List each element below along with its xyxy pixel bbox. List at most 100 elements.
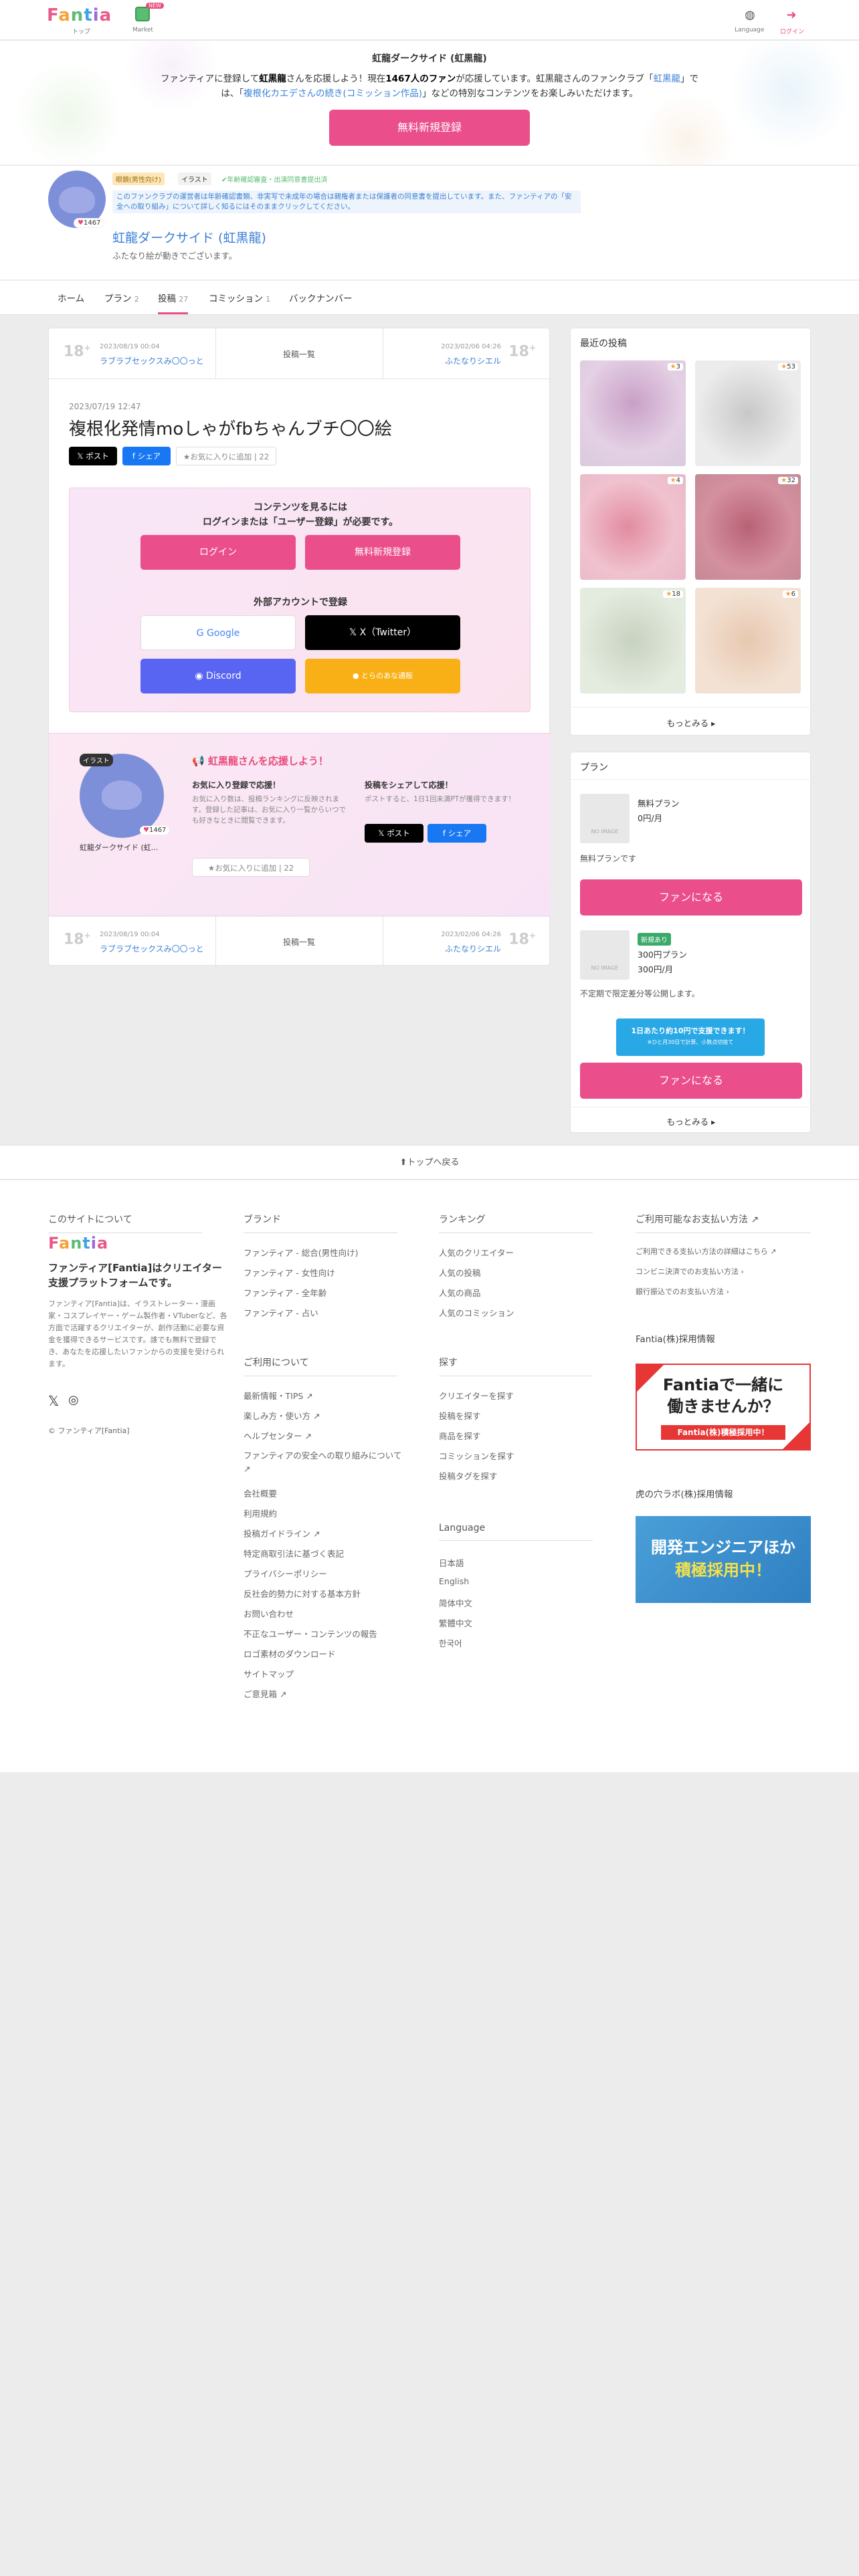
safety-notice[interactable]: このファンクラブの運営者は年齢確認書類、非実写で未成年の場合は親権者または保護者… xyxy=(112,191,581,213)
footer-link[interactable]: 人気の投稿 xyxy=(439,1266,481,1279)
club-link[interactable]: 虹黒龍 xyxy=(654,74,681,84)
next-post[interactable]: 2023/02/06 04:26 ふたなりシエル 18+ xyxy=(383,916,551,967)
creator-name[interactable]: 虹龍ダークサイド (虹黒龍) xyxy=(112,228,266,246)
footer-link[interactable]: 商品を探す xyxy=(439,1429,481,1442)
support-share-facebook-button[interactable]: f シェア xyxy=(427,824,486,843)
recent-post-thumb[interactable]: ★53 xyxy=(695,360,801,466)
recent-post-thumb[interactable]: ★18 xyxy=(580,588,686,693)
footer-link[interactable]: ファンティア - 占い xyxy=(244,1306,318,1319)
support-share-x-button[interactable]: 𝕏 ポスト xyxy=(365,824,423,843)
footer-link[interactable]: 利用規約 xyxy=(244,1507,277,1519)
prev-post[interactable]: 18+ 2023/08/19 00:04 ラブラブセックスみ〇〇っと xyxy=(49,328,216,379)
footer-link[interactable]: ご利用できる支払い方法の詳細はこちら ↗ xyxy=(636,1246,777,1257)
post-list-link[interactable]: 投稿一覧 xyxy=(216,916,383,967)
tora-login-button[interactable]: ● とらのあな通販 xyxy=(305,659,460,693)
arrow-up-icon: ⬆ xyxy=(399,1158,407,1168)
tab-plan[interactable]: プラン 2 xyxy=(104,291,139,304)
footer-link[interactable]: クリエイターを探す xyxy=(439,1389,514,1402)
next-post-title[interactable]: ふたなりシエル xyxy=(445,943,501,954)
r18-thumb-icon: 18+ xyxy=(508,343,536,360)
footer-link[interactable]: 人気のクリエイター xyxy=(439,1246,514,1259)
language-option[interactable]: English xyxy=(439,1576,469,1586)
footer-link[interactable]: コンビニ決済でのお支払い方法 › xyxy=(636,1266,744,1277)
tab-posts[interactable]: 投稿 27 xyxy=(158,291,189,314)
creator-profile: ♥1467 眼鏡(男性向け) イラスト ✔年齢確認審査・出演同意書提出済 このフ… xyxy=(0,166,859,280)
footer-link[interactable]: ファンティアの安全への取り組みについて ↗ xyxy=(244,1449,411,1476)
footer-link[interactable]: ファンティア - 総合(男性向け) xyxy=(244,1246,358,1259)
twitter-login-button[interactable]: 𝕏 X（Twitter） xyxy=(305,615,460,650)
tab-home[interactable]: ホーム xyxy=(58,291,84,304)
next-post-title[interactable]: ふたなりシエル xyxy=(445,355,501,366)
prev-post-title[interactable]: ラブラブセックスみ〇〇っと xyxy=(100,355,204,366)
promo-box: 1日あたり約10円で支援できます！ ※ひと月30日で計算、小数点切捨て xyxy=(616,1018,765,1056)
tab-backnumber[interactable]: バックナンバー xyxy=(289,291,353,304)
market-icon[interactable] xyxy=(135,7,150,21)
google-icon: G xyxy=(196,628,204,639)
language-option[interactable]: 한국어 xyxy=(439,1636,462,1649)
recent-post-thumb[interactable]: ★4 xyxy=(580,474,686,580)
footer-link[interactable]: 反社会的勢力に対する基本方針 xyxy=(244,1587,361,1600)
plans-panel: プラン NO IMAGE 無料プラン 0円/月 無料プランです ファンになる N… xyxy=(570,752,812,1133)
footer-link[interactable]: ファンティア - 全年齢 xyxy=(244,1286,326,1299)
tab-commission[interactable]: コミッション 1 xyxy=(209,291,270,304)
globe-icon[interactable]: ◍ xyxy=(743,8,757,23)
footer-link[interactable]: 不正なユーザー・コンテンツの報告 xyxy=(244,1627,377,1640)
footer-link[interactable]: 最新情報・TIPS ↗ xyxy=(244,1389,313,1402)
recent-post-thumb[interactable]: ★32 xyxy=(695,474,801,580)
language-option[interactable]: 简体中文 xyxy=(439,1596,472,1609)
prev-post[interactable]: 18+ 2023/08/19 00:04 ラブラブセックスみ〇〇っと xyxy=(49,916,216,967)
plans-more-link[interactable]: もっとみる ▸ xyxy=(571,1115,812,1128)
language-option[interactable]: 繁體中文 xyxy=(439,1616,472,1629)
login-icon[interactable]: ➜ xyxy=(784,8,799,23)
footer-link[interactable]: サイトマップ xyxy=(244,1667,294,1680)
footer-link[interactable]: プライバシーポリシー xyxy=(244,1567,327,1580)
footer-link[interactable]: 楽しみ方・使い方 ↗ xyxy=(244,1409,320,1422)
prev-post-title[interactable]: ラブラブセックスみ〇〇っと xyxy=(100,943,204,954)
back-to-top-button[interactable]: ⬆トップへ戻る xyxy=(0,1145,859,1180)
share-x-button[interactable]: 𝕏 ポスト xyxy=(69,447,117,465)
join-free-plan-button[interactable]: ファンになる xyxy=(580,879,802,916)
footer-link[interactable]: 人気のコミッション xyxy=(439,1306,514,1319)
register-button[interactable]: 無料新規登録 xyxy=(329,110,530,146)
join-paid-plan-button[interactable]: ファンになる xyxy=(580,1063,802,1099)
support-name[interactable]: 虹龍ダークサイド (虹... xyxy=(80,842,173,853)
footer-link[interactable]: 投稿ガイドライン ↗ xyxy=(244,1527,320,1539)
footer-link[interactable]: ファンティア - 女性向け xyxy=(244,1266,335,1279)
recent-post-thumb[interactable]: ★3 xyxy=(580,360,686,466)
footer-link[interactable]: 人気の商品 xyxy=(439,1286,481,1299)
recruit2-banner[interactable]: 開発エンジニアほか 積極採用中！ xyxy=(636,1516,811,1603)
support-favorite-button[interactable]: ★お気に入りに追加 | 22 xyxy=(192,858,310,877)
footer-link[interactable]: 投稿を探す xyxy=(439,1409,481,1422)
language-label[interactable]: Language xyxy=(735,27,764,33)
fantia-logo[interactable]: Fantia xyxy=(47,5,112,25)
tag-illust[interactable]: イラスト xyxy=(178,173,211,185)
post-list-link[interactable]: 投稿一覧 xyxy=(216,328,383,379)
footer-link[interactable]: 特定商取引法に基づく表記 xyxy=(244,1547,344,1560)
recent-more-link[interactable]: もっとみる ▸ xyxy=(571,716,812,729)
google-login-button[interactable]: G Google xyxy=(140,615,296,650)
language-option[interactable]: 日本語 xyxy=(439,1556,464,1569)
market-label[interactable]: Market xyxy=(132,27,153,33)
login-label[interactable]: ログイン xyxy=(780,27,804,35)
tag-adult[interactable]: 眼鏡(男性向け) xyxy=(112,173,165,185)
discord-login-button[interactable]: ◉ Discord xyxy=(140,659,296,693)
footer-link[interactable]: 投稿タグを探す xyxy=(439,1469,498,1482)
footer-link[interactable]: 銀行振込でのお支払い方法 › xyxy=(636,1286,729,1297)
footer-link[interactable]: 会社概要 xyxy=(244,1487,277,1499)
x-icon[interactable]: 𝕏 xyxy=(48,1393,59,1409)
footer-link[interactable]: お問い合わせ xyxy=(244,1607,294,1620)
login-button[interactable]: ログイン xyxy=(140,535,296,570)
footer-link[interactable]: ヘルプセンター ↗ xyxy=(244,1429,312,1442)
instagram-icon[interactable]: ◎ xyxy=(68,1393,79,1407)
recent-post-thumb[interactable]: ★6 xyxy=(695,588,801,693)
recruit1-banner[interactable]: Fantiaで一緒に 働きませんか？ Fantia(株)積極採用中！ xyxy=(636,1364,811,1451)
footer-link[interactable]: コミッションを探す xyxy=(439,1449,514,1462)
register-button[interactable]: 無料新規登録 xyxy=(305,535,460,570)
next-post[interactable]: 2023/02/06 04:26 ふたなりシエル 18+ xyxy=(383,328,551,379)
featured-post-link[interactable]: 複根化カエデさんの続き(コミッション作品) xyxy=(244,88,422,99)
favorite-button[interactable]: ★お気に入りに追加 | 22 xyxy=(176,447,276,465)
footer-link[interactable]: ご意見箱 ↗ xyxy=(244,1687,286,1700)
share-facebook-button[interactable]: f シェア xyxy=(122,447,171,465)
top-label[interactable]: トップ xyxy=(72,27,90,35)
footer-link[interactable]: ロゴ素材のダウンロード xyxy=(244,1647,336,1660)
